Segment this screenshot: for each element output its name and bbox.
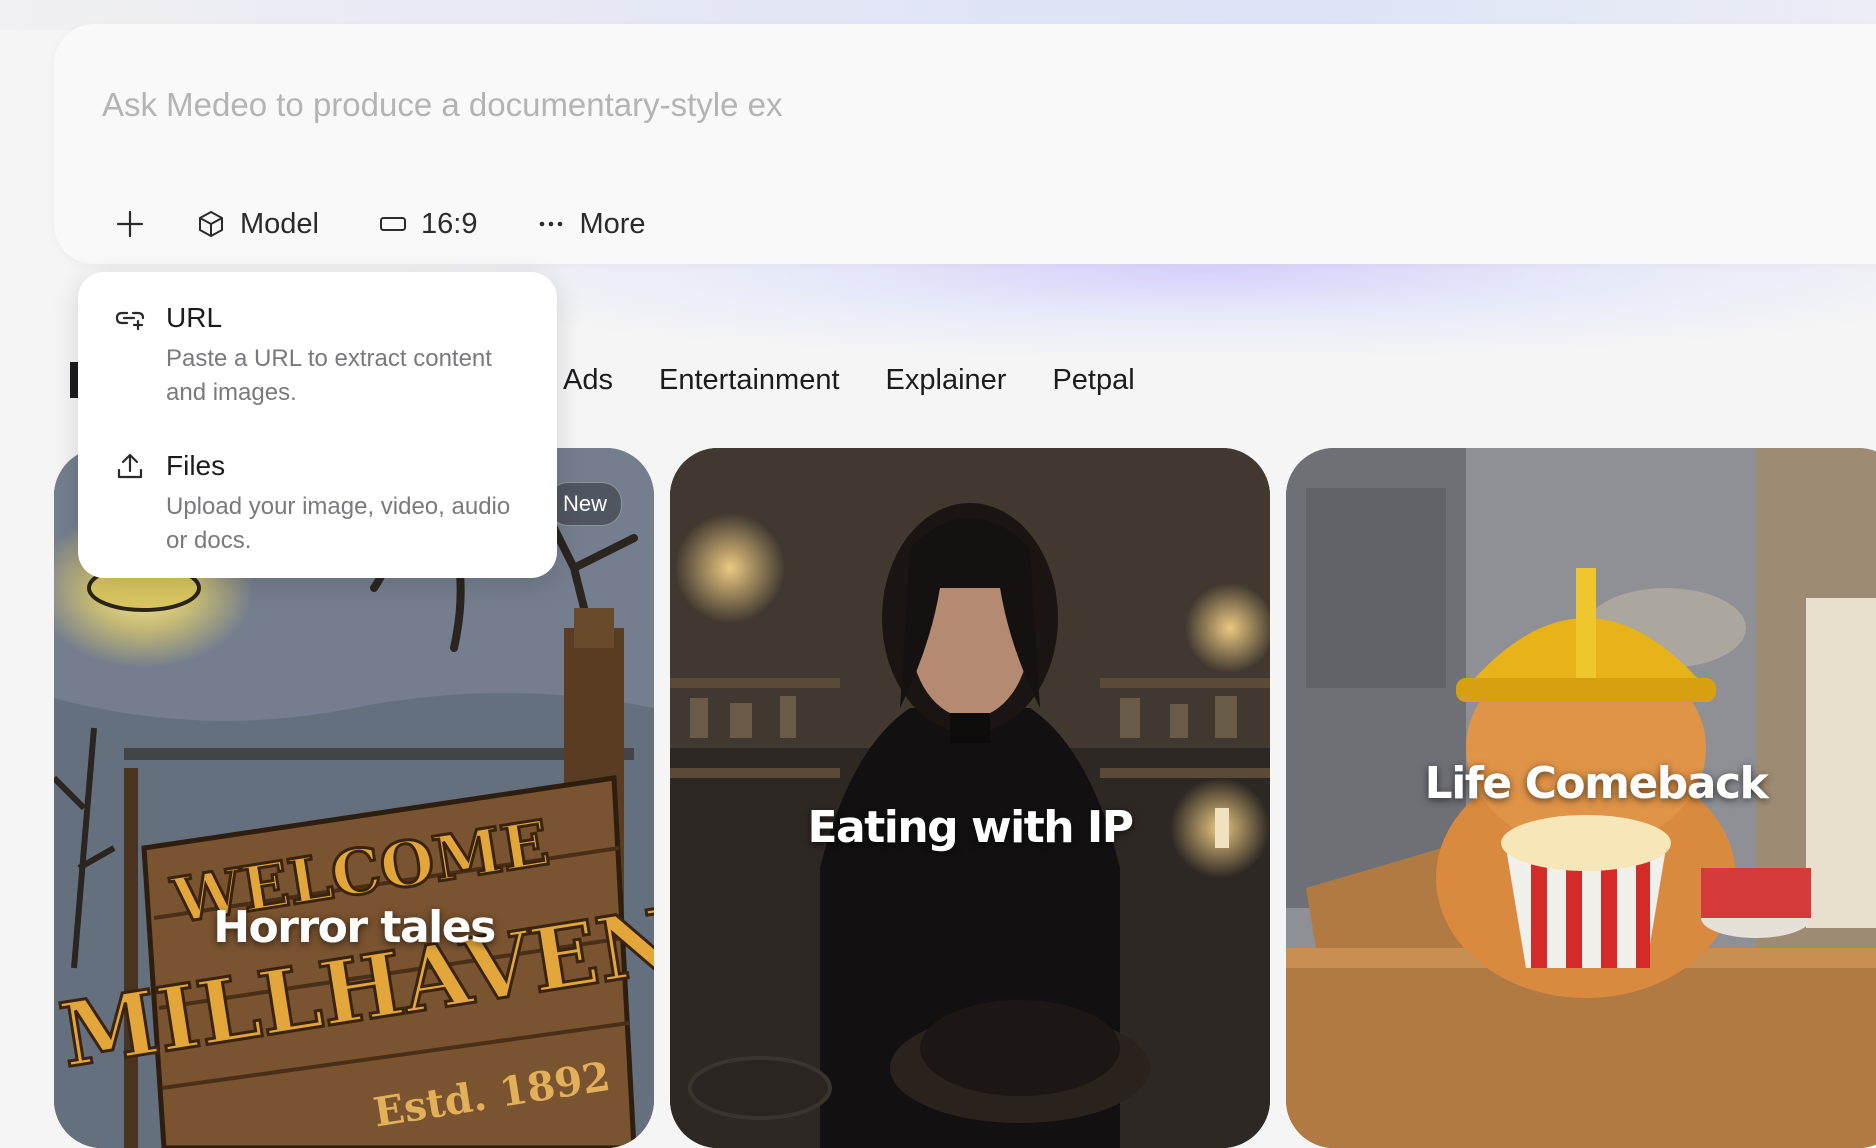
upload-icon — [114, 450, 146, 487]
cube-icon — [199, 211, 223, 237]
tab-entertainment[interactable]: Entertainment — [659, 362, 840, 398]
link-icon — [114, 302, 146, 339]
template-card-life-comeback[interactable]: Life Comeback — [1286, 448, 1876, 1148]
dropdown-item-url[interactable]: URL Paste a URL to extract content and i… — [78, 302, 557, 422]
more-label: More — [579, 207, 646, 240]
template-card-eating-with-ip[interactable]: Eating with IP — [670, 448, 1270, 1148]
add-attachment-button[interactable] — [102, 196, 158, 252]
model-label: Model — [240, 207, 319, 240]
dropdown-item-description: Upload your image, video, audio or docs. — [166, 493, 511, 554]
card-title: Eating with IP — [807, 802, 1134, 853]
prompt-toolbar: Model 16:9 More — [102, 196, 646, 252]
dark-chamber-illustration — [670, 448, 1270, 1148]
prompt-box: Model 16:9 More — [54, 24, 1876, 264]
tab-petpal[interactable]: Petpal — [1052, 362, 1134, 398]
ellipsis-icon — [540, 221, 563, 227]
accent-glow — [380, 250, 1876, 360]
tab-ads[interactable]: Ads — [563, 362, 613, 398]
rectangle-icon — [380, 217, 406, 231]
card-title: Life Comeback — [1424, 758, 1769, 809]
dropdown-item-title: URL — [166, 302, 223, 333]
aspect-ratio-button[interactable]: 16:9 — [379, 196, 477, 252]
dropdown-item-title: Files — [166, 450, 226, 481]
new-badge: New — [547, 482, 622, 526]
tab-explainer[interactable]: Explainer — [886, 362, 1007, 398]
more-button[interactable]: More — [537, 196, 646, 252]
model-button[interactable]: Model — [196, 196, 319, 252]
card-title: Horror tales — [213, 902, 496, 953]
aspect-ratio-label: 16:9 — [421, 207, 478, 240]
dropdown-item-description: Paste a URL to extract content and image… — [166, 345, 492, 406]
prompt-input[interactable] — [102, 86, 1802, 124]
attachment-dropdown: URL Paste a URL to extract content and i… — [78, 272, 557, 578]
category-tabs: Ads Entertainment Explainer Petpal — [563, 362, 1135, 398]
plus-icon — [116, 210, 144, 238]
dropdown-item-files[interactable]: Files Upload your image, video, audio or… — [78, 450, 557, 570]
